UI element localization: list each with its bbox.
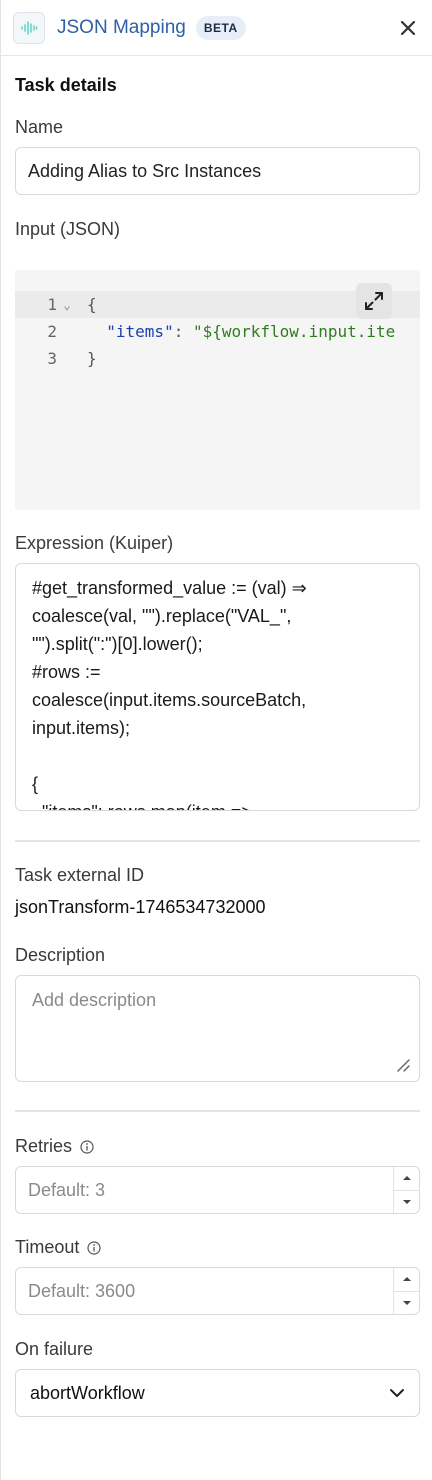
divider (15, 1110, 420, 1112)
info-icon[interactable] (80, 1139, 94, 1154)
code-line-3: 3 } (15, 345, 420, 372)
panel-title: JSON Mapping (57, 16, 186, 38)
section-title-task-details: Task details (15, 75, 117, 95)
line-number: 2 (47, 322, 57, 341)
json-colon: : (173, 322, 193, 341)
decrement-button[interactable] (394, 1292, 419, 1315)
code-text: } (87, 349, 97, 368)
expression-line: coalesce(input.items.sourceBatch, (32, 690, 307, 710)
beta-badge: BETA (195, 15, 246, 40)
json-mapping-panel: JSON Mapping BETA Task details Name Addi… (0, 0, 432, 1480)
expand-icon (365, 292, 383, 310)
increment-button[interactable] (394, 1268, 419, 1292)
description-textarea[interactable]: Add description (15, 975, 420, 1082)
code-text: "items": "${workflow.input.ite (77, 322, 395, 341)
retries-stepper (393, 1167, 419, 1213)
external-id-value: jsonTransform-1746534732000 (15, 897, 266, 917)
on-failure-value: abortWorkflow (30, 1382, 145, 1403)
panel-header: JSON Mapping BETA (1, 0, 432, 56)
name-label: Name (15, 117, 64, 137)
expression-line: input.items); (32, 718, 131, 738)
expression-line: "").split(":")[0].lower(); (32, 634, 203, 654)
expand-editor-button[interactable] (356, 283, 392, 319)
timeout-stepper (393, 1268, 419, 1314)
waveform-icon (13, 11, 45, 44)
retries-placeholder: Default: 3 (28, 1179, 106, 1200)
timeout-label-text: Timeout (15, 1237, 80, 1257)
input-json-editor[interactable]: 1 ⌄ { 2 "items": "${workflow.input.ite 3… (15, 270, 420, 510)
resize-handle-icon[interactable] (395, 1057, 411, 1073)
expression-line: "items": rows.map(item => (32, 798, 403, 810)
retries-label-text: Retries (15, 1136, 73, 1156)
caret-up-icon (402, 1277, 411, 1282)
expression-line (32, 742, 403, 770)
fold-chevron-icon[interactable]: ⌄ (57, 298, 77, 312)
code-line-2: 2 "items": "${workflow.input.ite (15, 318, 420, 345)
external-id-label: Task external ID (15, 865, 145, 885)
input-json-label: Input (JSON) (15, 219, 121, 239)
expression-line: #rows := (32, 662, 101, 682)
expression-label: Expression (Kuiper) (15, 533, 174, 553)
on-failure-select[interactable]: abortWorkflow (15, 1369, 420, 1417)
timeout-placeholder: Default: 3600 (28, 1280, 136, 1301)
on-failure-label: On failure (15, 1339, 94, 1359)
increment-button[interactable] (394, 1167, 419, 1191)
caret-up-icon (402, 1176, 411, 1181)
expression-line: coalesce(val, "").replace("VAL_", (32, 606, 292, 626)
caret-down-icon (402, 1300, 411, 1305)
expression-line: { (32, 774, 39, 794)
line-number: 3 (47, 349, 57, 368)
expression-editor[interactable]: #get_transformed_value := (val) ⇒ coales… (15, 563, 420, 811)
description-label: Description (15, 945, 106, 965)
chevron-down-icon (389, 1388, 405, 1398)
info-icon[interactable] (87, 1240, 101, 1255)
decrement-button[interactable] (394, 1191, 419, 1214)
close-icon (400, 20, 416, 35)
timeout-input[interactable]: Default: 3600 (15, 1267, 420, 1315)
retries-label: Retries (15, 1136, 94, 1157)
retries-input[interactable]: Default: 3 (15, 1166, 420, 1214)
json-key: "items" (106, 322, 174, 341)
expression-line: #get_transformed_value := (val) ⇒ (32, 578, 307, 598)
timeout-label: Timeout (15, 1237, 101, 1258)
description-placeholder: Add description (32, 990, 157, 1010)
json-string: "${workflow.input.ite (192, 322, 396, 341)
code-text: { (87, 295, 97, 314)
line-number: 1 (47, 295, 57, 314)
close-button[interactable] (396, 16, 420, 40)
divider (15, 840, 420, 842)
caret-down-icon (402, 1199, 411, 1204)
name-input-value: Adding Alias to Src Instances (28, 160, 262, 181)
name-input[interactable]: Adding Alias to Src Instances (15, 147, 420, 195)
